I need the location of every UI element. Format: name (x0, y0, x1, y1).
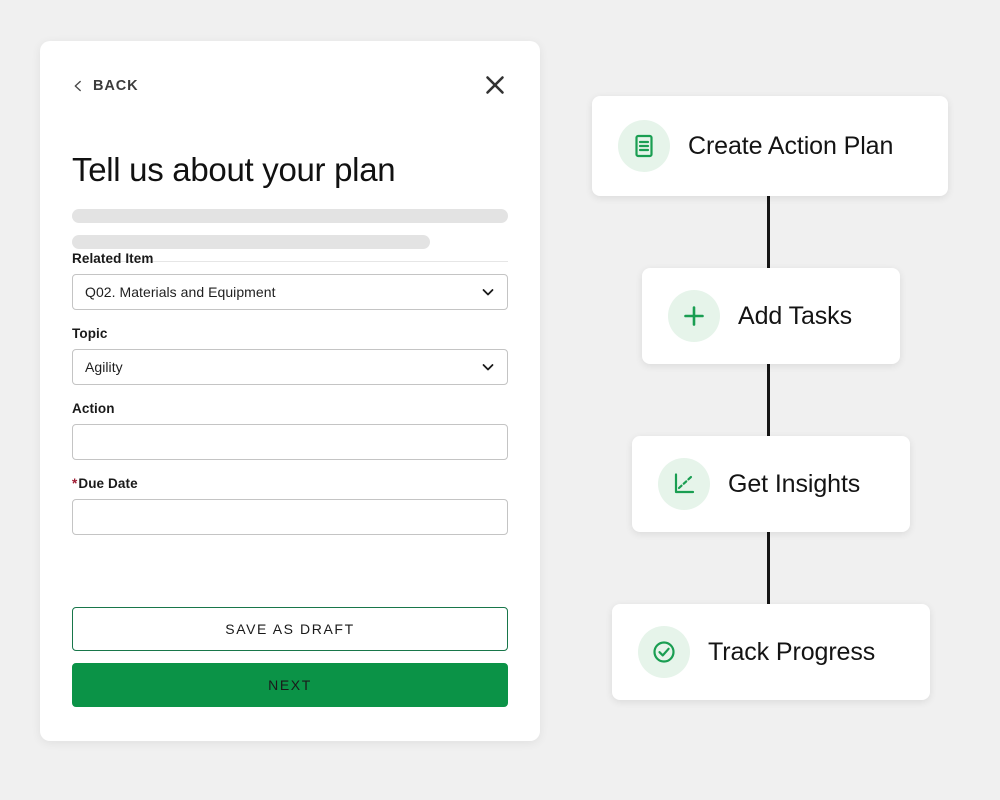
field-topic: Topic Agility (72, 326, 508, 385)
plan-form-panel: BACK Tell us about your plan Related Ite… (40, 41, 540, 741)
chevron-left-icon (72, 80, 84, 92)
flow-step-add-tasks[interactable]: Add Tasks (642, 268, 900, 364)
close-button[interactable] (482, 73, 508, 99)
select-value: Agility (85, 359, 123, 375)
field-label-text: Due Date (78, 476, 138, 491)
select-value: Q02. Materials and Equipment (85, 284, 276, 300)
field-label: Action (72, 401, 115, 416)
field-due-date: *Due Date (72, 476, 508, 535)
flow-step-label: Add Tasks (738, 301, 852, 330)
workflow-steps: Create Action Plan Add Tasks Get Insight… (560, 0, 1000, 800)
plus-icon (668, 290, 720, 342)
flow-step-track-progress[interactable]: Track Progress (612, 604, 930, 700)
form-actions: SAVE AS DRAFT NEXT (72, 607, 508, 707)
field-label: Topic (72, 326, 108, 341)
field-label: Related Item (72, 251, 154, 266)
page-title: Tell us about your plan (72, 151, 396, 188)
field-related-item: Related Item Q02. Materials and Equipmen… (72, 251, 508, 310)
connector-line (767, 532, 770, 608)
related-item-select[interactable]: Q02. Materials and Equipment (72, 274, 508, 310)
required-marker: * (72, 476, 78, 491)
document-list-icon (618, 120, 670, 172)
close-icon (484, 74, 506, 99)
flow-step-label: Create Action Plan (688, 131, 894, 160)
next-button[interactable]: NEXT (72, 663, 508, 707)
line-chart-icon (658, 458, 710, 510)
form-fields: Related Item Q02. Materials and Equipmen… (72, 251, 508, 551)
back-button[interactable]: BACK (72, 78, 139, 94)
connector-line (767, 196, 770, 272)
chevron-down-icon (481, 285, 495, 299)
flow-step-label: Track Progress (708, 637, 876, 666)
flow-step-label: Get Insights (728, 469, 861, 498)
topic-select[interactable]: Agility (72, 349, 508, 385)
save-as-draft-button[interactable]: SAVE AS DRAFT (72, 607, 508, 651)
back-label: BACK (93, 78, 139, 94)
due-date-input[interactable] (72, 499, 508, 535)
action-input[interactable] (72, 424, 508, 460)
check-circle-icon (638, 626, 690, 678)
skeleton-bar (72, 235, 430, 249)
chevron-down-icon (481, 360, 495, 374)
panel-header: BACK (72, 72, 508, 100)
flow-step-create-action-plan[interactable]: Create Action Plan (592, 96, 948, 196)
field-label: *Due Date (72, 476, 508, 491)
flow-step-get-insights[interactable]: Get Insights (632, 436, 910, 532)
skeleton-bar (72, 209, 508, 223)
connector-line (767, 364, 770, 440)
field-action: Action (72, 401, 508, 460)
